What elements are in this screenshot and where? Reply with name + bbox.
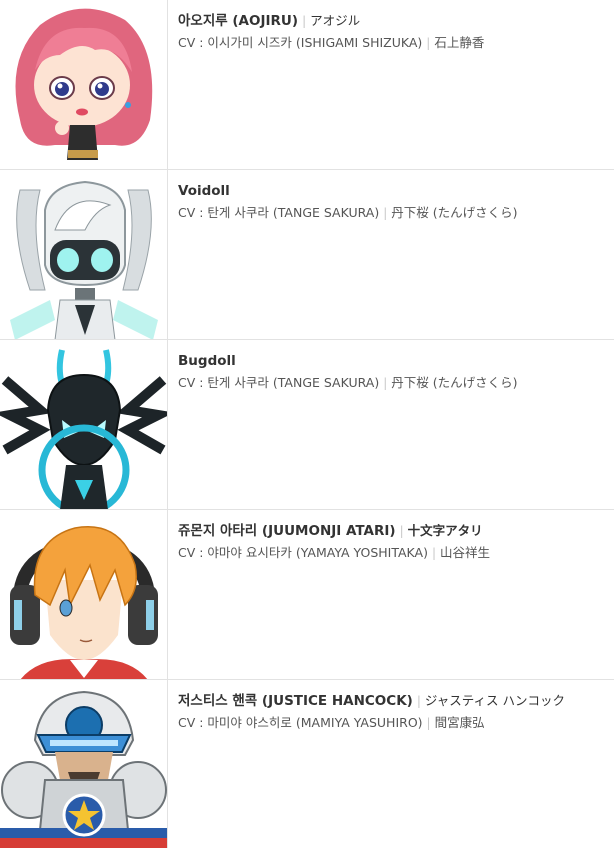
voice-actor-jp: 丹下桜 (たんげさくら) <box>391 375 518 390</box>
voice-actor: CV : 이시가미 시즈카 (ISHIGAMI SHIZUKA) <box>178 35 423 50</box>
justice-hancock-portrait <box>0 680 168 848</box>
voice-actor-jp: 丹下桜 (たんげさくら) <box>391 205 518 220</box>
character-name: Bugdoll <box>178 353 236 369</box>
juumonji-atari-info: 쥬몬지 아타리 (JUUMONJI ATARI) | 十文字アタリ CV : 야마야… <box>168 510 614 679</box>
character-row-justice-hancock: 저스티스 핸콕 (JUSTICE HANCOCK) | ジャスティス ハンコック C… <box>0 680 614 848</box>
separator: | <box>426 716 431 730</box>
character-name-line: 아오지루 (AOJIRU) | アオジル <box>178 12 614 30</box>
character-name-line: 쥬몬지 아타리 (JUUMONJI ATARI) | 十文字アタリ <box>178 522 614 540</box>
bugdoll-portrait <box>0 340 168 509</box>
character-name: Voidoll <box>178 183 230 199</box>
voice-actor-line: CV : 탄게 사쿠라 (TANGE SAKURA) | 丹下桜 (たんげさくら) <box>178 204 614 222</box>
voice-actor: CV : 마미야 야스히로 (MAMIYA YASUHIRO) <box>178 715 423 730</box>
separator: | <box>302 14 307 28</box>
voice-actor-jp: 間宮康弘 <box>434 715 485 730</box>
separator: | <box>383 376 388 390</box>
voidoll-portrait <box>0 170 168 339</box>
aojiru-portrait <box>0 0 168 169</box>
character-row-juumonji-atari: 쥬몬지 아타리 (JUUMONJI ATARI) | 十文字アタリ CV : 야마야… <box>0 510 614 680</box>
character-row-aojiru: 아오지루 (AOJIRU) | アオジル CV : 이시가미 시즈카 (ISHIGA… <box>0 0 614 170</box>
voidoll-info: Voidoll CV : 탄게 사쿠라 (TANGE SAKURA) | 丹下桜 (… <box>168 170 614 339</box>
character-row-bugdoll: Bugdoll CV : 탄게 사쿠라 (TANGE SAKURA) | 丹下桜 (… <box>0 340 614 510</box>
voice-actor-line: CV : 마미야 야스히로 (MAMIYA YASUHIRO) | 間宮康弘 <box>178 714 614 732</box>
voice-actor: CV : 탄게 사쿠라 (TANGE SAKURA) <box>178 205 380 220</box>
juumonji-atari-portrait <box>0 510 168 679</box>
character-jp-name: アオジル <box>310 13 361 28</box>
voice-actor-jp: 山谷祥生 <box>440 545 491 560</box>
justice-hancock-info: 저스티스 핸콕 (JUSTICE HANCOCK) | ジャスティス ハンコック C… <box>168 680 614 848</box>
voice-actor-line: CV : 야마야 요시타카 (YAMAYA YOSHITAKA) | 山谷祥生 <box>178 544 614 562</box>
character-name-line: Bugdoll <box>178 352 614 370</box>
aojiru-info: 아오지루 (AOJIRU) | アオジル CV : 이시가미 시즈카 (ISHIGA… <box>168 0 614 169</box>
voice-actor-line: CV : 이시가미 시즈카 (ISHIGAMI SHIZUKA) | 石上静香 <box>178 34 614 52</box>
separator: | <box>399 524 404 538</box>
character-jp-name: 十文字アタリ <box>407 523 483 538</box>
character-jp-name: ジャスティス ハンコック <box>424 693 565 708</box>
character-list: 아오지루 (AOJIRU) | アオジル CV : 이시가미 시즈카 (ISHIGA… <box>0 0 614 848</box>
voice-actor-jp: 石上静香 <box>434 35 485 50</box>
character-name-line: Voidoll <box>178 182 614 200</box>
character-name: 아오지루 (AOJIRU) <box>178 13 299 29</box>
separator: | <box>416 694 421 708</box>
voice-actor: CV : 탄게 사쿠라 (TANGE SAKURA) <box>178 375 380 390</box>
separator: | <box>431 546 437 560</box>
voice-actor-line: CV : 탄게 사쿠라 (TANGE SAKURA) | 丹下桜 (たんげさくら) <box>178 374 614 392</box>
character-name: 쥬몬지 아타리 (JUUMONJI ATARI) <box>178 523 396 539</box>
voice-actor: CV : 야마야 요시타카 (YAMAYA YOSHITAKA) <box>178 545 428 560</box>
separator: | <box>383 206 388 220</box>
character-name: 저스티스 핸콕 (JUSTICE HANCOCK) <box>178 693 413 709</box>
separator: | <box>426 36 431 50</box>
character-row-voidoll: Voidoll CV : 탄게 사쿠라 (TANGE SAKURA) | 丹下桜 (… <box>0 170 614 340</box>
character-name-line: 저스티스 핸콕 (JUSTICE HANCOCK) | ジャスティス ハンコック <box>178 692 614 710</box>
bugdoll-info: Bugdoll CV : 탄게 사쿠라 (TANGE SAKURA) | 丹下桜 (… <box>168 340 614 509</box>
